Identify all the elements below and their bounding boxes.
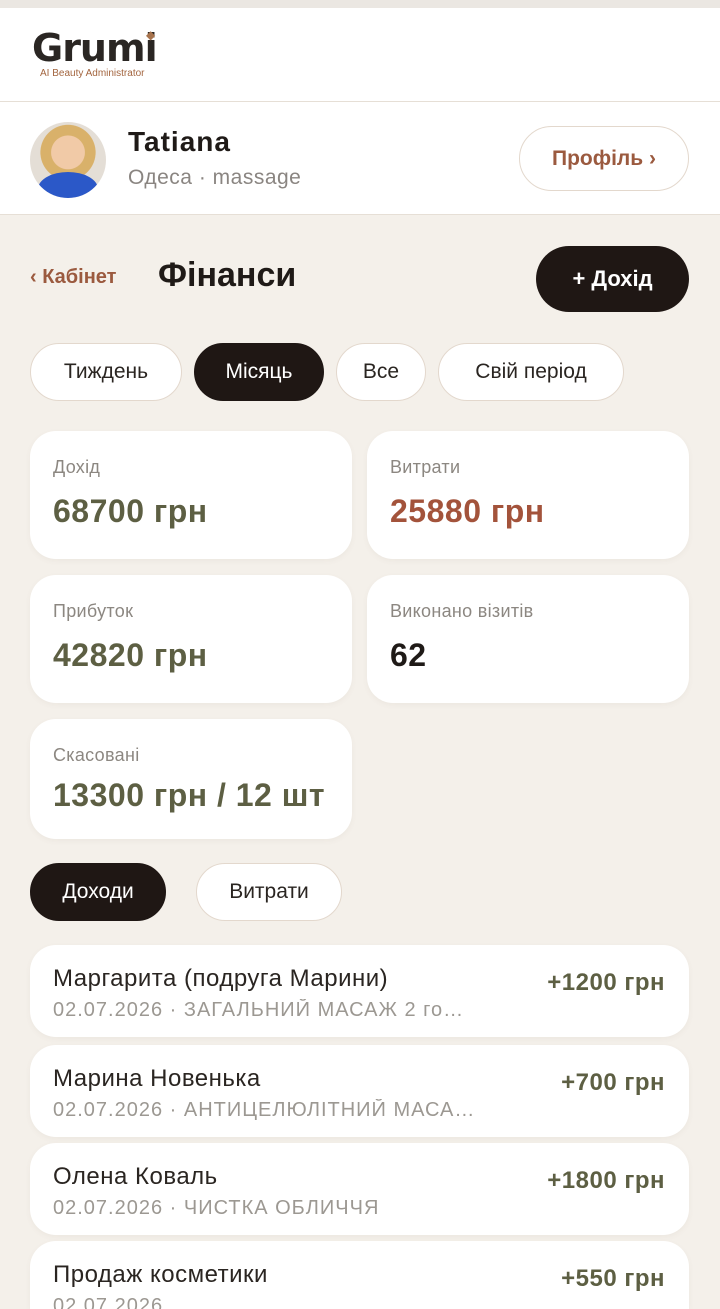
tab-income[interactable]: Доходи	[30, 863, 166, 921]
transaction-details: 02.07.2026 · ЗАГАЛЬНИЙ МАСАЖ 2 го…	[53, 999, 465, 1021]
transaction-amount: +700 грн	[561, 1069, 665, 1096]
stat-label: Дохід	[53, 457, 101, 477]
transaction-name: Олена Коваль	[53, 1163, 218, 1190]
back-link[interactable]: ‹ Кабінет	[30, 266, 116, 289]
transaction-name: Продаж косметики	[53, 1261, 268, 1288]
tab-expenses[interactable]: Витрати	[196, 863, 342, 921]
stat-value: 13300 грн / 12 шт	[53, 777, 326, 813]
transaction-row[interactable]: Маргарита (подруга Марини) 02.07.2026 · …	[30, 945, 689, 1037]
stat-card-profit: Прибуток 42820 грн	[30, 575, 352, 703]
transaction-details: 02.07.2026 · ЧИСТКА ОБЛИЧЧЯ	[53, 1197, 380, 1219]
add-income-button[interactable]: + Дохід	[536, 246, 689, 312]
avatar	[30, 122, 106, 198]
user-name: Tatiana	[128, 126, 231, 157]
stat-card-expenses: Витрати 25880 грн	[367, 431, 689, 559]
stat-label: Прибуток	[53, 601, 134, 621]
profile-button[interactable]: Профіль ›	[519, 126, 689, 191]
transaction-details: 02.07.2026 · АНТИЦЕЛЮЛІТНИЙ МАСА…	[53, 1099, 476, 1121]
filter-week[interactable]: Тиждень	[30, 343, 182, 401]
transaction-amount: +550 грн	[561, 1265, 665, 1292]
brand-tagline: AI Beauty Administrator	[40, 68, 145, 79]
transaction-name: Марина Новенька	[53, 1065, 261, 1092]
stat-card-cancelled: Скасовані 13300 грн / 12 шт	[30, 719, 352, 839]
stat-value: 68700 грн	[53, 493, 208, 529]
brand-name: Grumi	[32, 26, 158, 70]
transaction-row[interactable]: Марина Новенька 02.07.2026 · АНТИЦЕЛЮЛІТ…	[30, 1045, 689, 1137]
stat-value: 62	[390, 637, 427, 673]
avatar-body	[38, 172, 98, 198]
transaction-amount: +1800 грн	[547, 1167, 665, 1194]
page-title: Фінанси	[158, 256, 297, 294]
profile-header: Tatiana Одеса · massage Профіль ›	[0, 102, 720, 215]
stat-value: 25880 грн	[390, 493, 545, 529]
sparkle-icon: ◆	[146, 28, 156, 42]
transaction-name: Маргарита (подруга Марини)	[53, 965, 389, 992]
transaction-row[interactable]: Продаж косметики 02.07.2026 +550 грн	[30, 1241, 689, 1309]
transaction-details: 02.07.2026	[53, 1295, 164, 1309]
filter-all[interactable]: Все	[336, 343, 426, 401]
filter-custom-period[interactable]: Свій період	[438, 343, 624, 401]
stat-value: 42820 грн	[53, 637, 208, 673]
brand-logo[interactable]: Grumi ◆ AI Beauty Administrator	[32, 26, 158, 79]
transaction-row[interactable]: Олена Коваль 02.07.2026 · ЧИСТКА ОБЛИЧЧЯ…	[30, 1143, 689, 1235]
stat-label: Витрати	[390, 457, 461, 477]
stat-card-visits: Виконано візитів 62	[367, 575, 689, 703]
filter-month[interactable]: Місяць	[194, 343, 324, 401]
stat-card-income: Дохід 68700 грн	[30, 431, 352, 559]
top-bar: Grumi ◆ AI Beauty Administrator	[0, 0, 720, 102]
transaction-amount: +1200 грн	[547, 969, 665, 996]
user-subtitle: Одеса · massage	[128, 166, 302, 189]
stat-label: Виконано візитів	[390, 601, 534, 621]
stat-label: Скасовані	[53, 745, 140, 765]
